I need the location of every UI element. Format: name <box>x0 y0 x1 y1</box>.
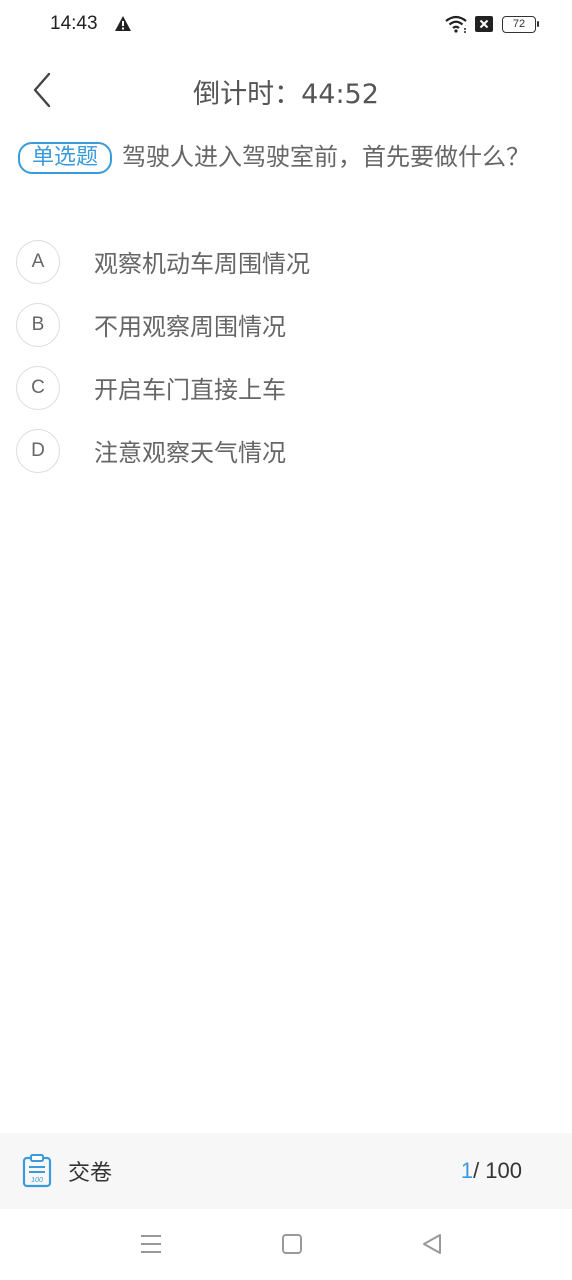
wifi-icon <box>445 15 467 33</box>
status-bar: 14:43 72 <box>0 0 572 50</box>
option-text: 观察机动车周围情况 <box>94 250 310 278</box>
option-d[interactable]: D 注意观察天气情况 <box>16 419 556 482</box>
status-time: 14:43 <box>50 13 98 34</box>
option-letter: A <box>16 239 60 284</box>
header: 倒计时：44:52 <box>0 60 572 120</box>
option-letter: C <box>16 365 60 410</box>
battery-icon: 72 <box>502 16 539 33</box>
option-a[interactable]: A 观察机动车周围情况 <box>16 230 556 293</box>
option-c[interactable]: C 开启车门直接上车 <box>16 356 556 419</box>
progress-total: / 100 <box>473 1158 522 1183</box>
option-letter: B <box>16 302 60 347</box>
screen: 14:43 72 倒计时：44:52 单选题驾驶人进入驾驶室前，首先要做什么？ <box>0 0 572 1280</box>
bottom-bar: 100 交卷 1/ 100 <box>0 1133 572 1209</box>
option-text: 不用观察周围情况 <box>94 313 286 341</box>
warning-icon <box>115 16 131 31</box>
clipboard-icon: 100 <box>22 1154 52 1188</box>
home-icon[interactable] <box>279 1231 305 1257</box>
no-sim-icon <box>475 16 493 32</box>
option-text: 注意观察天气情况 <box>94 439 286 467</box>
option-text: 开启车门直接上车 <box>94 376 286 404</box>
countdown-timer: 倒计时：44:52 <box>193 79 379 110</box>
submit-label: 交卷 <box>68 1161 113 1186</box>
system-nav-bar <box>0 1209 572 1280</box>
submit-exam-button[interactable]: 100 交卷 <box>22 1153 112 1189</box>
question-type-badge: 单选题 <box>18 142 113 174</box>
options-list: A 观察机动车周围情况 B 不用观察周围情况 C 开启车门直接上车 D 注意观察… <box>16 230 556 482</box>
progress-current: 1 <box>460 1158 474 1183</box>
svg-text:100: 100 <box>31 1177 43 1184</box>
back-nav-icon[interactable] <box>419 1231 445 1257</box>
question-text: 驾驶人进入驾驶室前，首先要做什么？ <box>122 143 531 171</box>
question-progress: 1/ 100 <box>461 1158 522 1184</box>
question: 单选题 驾驶人进入驾驶室前，首先要做什么？ <box>18 140 538 174</box>
menu-icon[interactable] <box>138 1231 164 1257</box>
option-b[interactable]: B 不用观察周围情况 <box>16 293 556 356</box>
option-letter: D <box>16 428 60 473</box>
